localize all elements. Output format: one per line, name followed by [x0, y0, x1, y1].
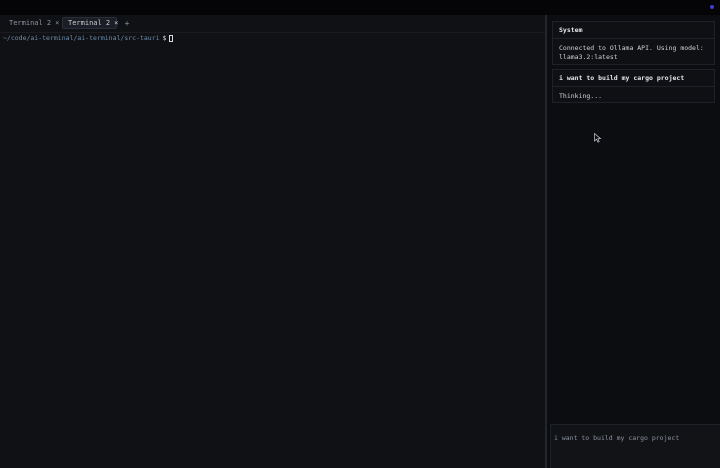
add-tab-button[interactable]: + — [122, 17, 132, 29]
message-title: i want to build my cargo project — [553, 70, 714, 87]
tab-label: Terminal 2 — [68, 19, 111, 27]
top-bar — [0, 0, 720, 15]
terminal-pane[interactable]: Terminal 2 × Terminal 2 × + ~/code/ai-te… — [0, 15, 545, 468]
prompt-symbol: $ — [162, 34, 167, 42]
tab-bar: Terminal 2 × Terminal 2 × + — [0, 15, 545, 33]
message-title: System — [553, 22, 714, 39]
terminal-prompt-line[interactable]: ~/code/ai-terminal/ai-terminal/src-tauri… — [3, 34, 174, 42]
chat-input[interactable]: i want to build my cargo project — [550, 424, 720, 468]
tab-terminal-2[interactable]: Terminal 2 × — [62, 17, 118, 29]
chat-message-user: i want to build my cargo project Thinkin… — [552, 69, 715, 103]
tab-terminal-1[interactable]: Terminal 2 × — [4, 17, 59, 29]
close-icon[interactable]: × — [114, 19, 118, 27]
status-dot-icon — [710, 5, 714, 9]
mouse-pointer-icon — [594, 133, 602, 143]
chat-input-text: i want to build my cargo project — [554, 434, 680, 442]
terminal-cursor — [169, 34, 174, 42]
terminal-path: ~/code/ai-terminal/ai-terminal/src-tauri — [3, 34, 160, 42]
message-text: Connected to Ollama API. Using model: ll… — [559, 44, 704, 61]
message-text: Thinking... — [559, 92, 603, 100]
close-icon[interactable]: × — [55, 19, 59, 27]
tab-label: Terminal 2 — [9, 19, 52, 27]
ai-chat-panel: System Connected to Ollama API. Using mo… — [547, 15, 720, 468]
chat-message-system: System Connected to Ollama API. Using mo… — [552, 21, 715, 65]
